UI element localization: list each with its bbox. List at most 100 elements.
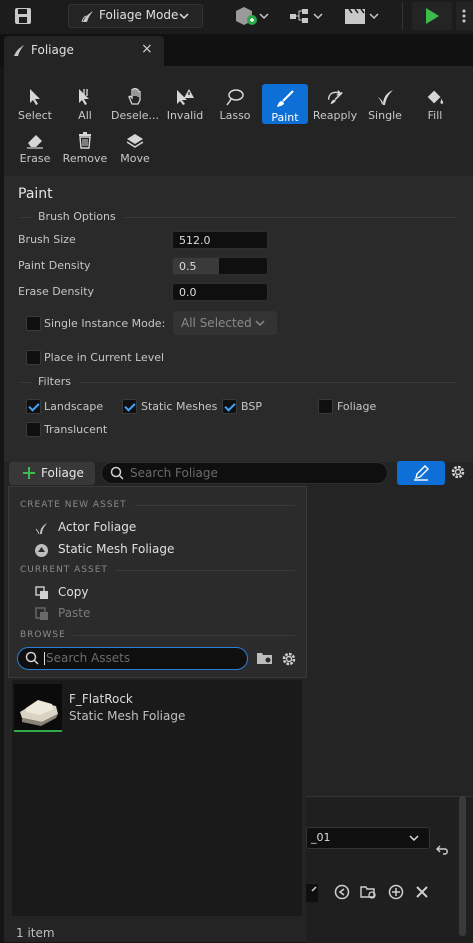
filters-header: Filters (38, 375, 71, 388)
search-icon (25, 651, 39, 665)
tool-paint[interactable]: Paint (262, 84, 308, 124)
tool-all[interactable]: All (62, 84, 108, 122)
asset-row[interactable]: F_FlatRock Static Mesh Foliage (12, 684, 302, 736)
background-combo[interactable]: _01 (306, 827, 430, 849)
tool-label: Lasso (219, 109, 251, 122)
background-combo-value: _01 (311, 831, 331, 844)
tool-select[interactable]: Select (12, 84, 58, 122)
tool-erase[interactable]: Erase (12, 127, 58, 165)
invalid-cursor-icon (175, 87, 195, 107)
single-instance-checkbox[interactable] (26, 316, 41, 331)
add-actor-button[interactable] (232, 5, 272, 27)
erase-density-field[interactable]: 0.0 (172, 283, 268, 301)
foliage-filter-checkbox[interactable] (318, 399, 333, 414)
tab-foliage[interactable]: Foliage × (4, 36, 164, 66)
actor-foliage-icon (35, 521, 49, 535)
asset-name: F_FlatRock (69, 692, 133, 706)
search-assets-input[interactable]: Search Assets (17, 647, 248, 670)
save-icon[interactable] (12, 5, 34, 27)
blueprint-button[interactable] (288, 5, 328, 27)
tool-move[interactable]: Move (112, 127, 158, 165)
search-foliage-input[interactable]: Search Foliage (101, 462, 388, 484)
tab-close-button[interactable]: × (141, 41, 153, 57)
paintbrush-icon (275, 89, 295, 109)
trash-icon (75, 130, 95, 150)
brush-options-line-left (20, 217, 32, 218)
copy-icon (35, 586, 49, 600)
tool-label: Select (18, 109, 52, 122)
place-in-level-checkbox[interactable] (26, 350, 41, 365)
tool-label: Erase (19, 152, 51, 165)
tool-invalid[interactable]: Invalid (162, 84, 208, 122)
find-in-browser-icon[interactable] (360, 884, 378, 900)
tool-fill[interactable]: Fill (412, 84, 458, 122)
landscape-label: Landscape (44, 400, 104, 413)
static-meshes-label: Static Meshes (141, 400, 218, 413)
background-icon-row (306, 882, 456, 904)
paste-label: Paste (58, 606, 91, 620)
paint-density-field[interactable]: 0.5 (172, 257, 268, 275)
asset-type: Static Mesh Foliage (69, 709, 186, 723)
single-instance-dropdown[interactable]: All Selected (173, 311, 277, 335)
item-count: 1 item (16, 926, 55, 940)
paint-density-label: Paint Density (18, 259, 91, 272)
brush-size-value: 512.0 (179, 234, 211, 247)
folder-icon[interactable] (256, 651, 274, 665)
tool-single[interactable]: Single (362, 84, 408, 122)
tools-area: Select All Desele... Invalid Lasso Paint… (4, 76, 473, 174)
paint-title: Paint (18, 186, 53, 202)
tool-deselect[interactable]: Desele... (111, 84, 159, 122)
menu-item-copy[interactable]: Copy (9, 582, 306, 604)
settings-gear-icon[interactable] (450, 464, 466, 480)
clear-x-icon[interactable] (414, 884, 430, 900)
actor-foliage-label: Actor Foliage (58, 520, 137, 534)
background-scrollbar[interactable] (459, 796, 466, 936)
paint-density-value: 0.5 (179, 260, 197, 273)
create-asset-header: CREATE NEW ASSET (20, 500, 127, 510)
translucent-checkbox[interactable] (26, 422, 41, 437)
static-meshes-checkbox[interactable] (122, 399, 137, 414)
dropdown-arrow-icon[interactable] (306, 884, 320, 902)
menu-item-static-mesh-foliage[interactable]: Static Mesh Foliage (9, 539, 306, 561)
add-circle-icon[interactable] (388, 884, 404, 900)
rock-thumbnail-icon (20, 700, 58, 726)
browse-to-icon[interactable] (334, 884, 350, 900)
brush-options-header: Brush Options (38, 210, 116, 223)
chevron-down-icon (255, 319, 265, 327)
cinematics-button[interactable] (342, 5, 384, 27)
translucent-label: Translucent (44, 423, 108, 436)
gear-icon[interactable] (281, 651, 297, 667)
edit-pencil-icon (413, 465, 429, 481)
copy-label: Copy (58, 585, 89, 599)
tool-reapply[interactable]: Reapply (312, 84, 358, 122)
reapply-icon (325, 87, 345, 107)
bsp-checkbox[interactable] (222, 399, 237, 414)
eraser-icon (25, 130, 45, 150)
tool-label: Reapply (312, 109, 358, 122)
foliage-mode-icon (81, 9, 95, 23)
chevron-down-icon (409, 834, 419, 842)
deselect-hand-icon (125, 87, 145, 107)
add-foliage-button[interactable]: Foliage (9, 462, 95, 485)
brush-size-field[interactable]: 512.0 (172, 231, 268, 249)
filters-line-left (20, 382, 32, 383)
edit-foliage-button[interactable] (397, 461, 445, 485)
asset-thumbnail (14, 684, 62, 732)
tool-remove[interactable]: Remove (62, 127, 108, 165)
landscape-checkbox[interactable] (26, 399, 41, 414)
tab-title: Foliage (31, 43, 74, 57)
tool-lasso[interactable]: Lasso (212, 84, 258, 122)
single-instance-label: Single Instance Mode: (44, 317, 166, 330)
kebab-icon (462, 9, 466, 23)
current-asset-header: CURRENT ASSET (20, 565, 108, 575)
mode-dropdown[interactable]: Foliage Mode (68, 4, 203, 28)
play-button[interactable] (412, 2, 452, 30)
menu-item-paste[interactable]: Paste (9, 603, 306, 625)
static-mesh-foliage-label: Static Mesh Foliage (58, 542, 175, 556)
play-options-button[interactable] (456, 2, 473, 30)
asset-selected-bar (14, 730, 62, 732)
tool-label: Single (368, 109, 402, 122)
tool-label: Paint (271, 111, 299, 124)
menu-item-actor-foliage[interactable]: Actor Foliage (9, 517, 306, 539)
undo-icon[interactable] (436, 844, 450, 856)
